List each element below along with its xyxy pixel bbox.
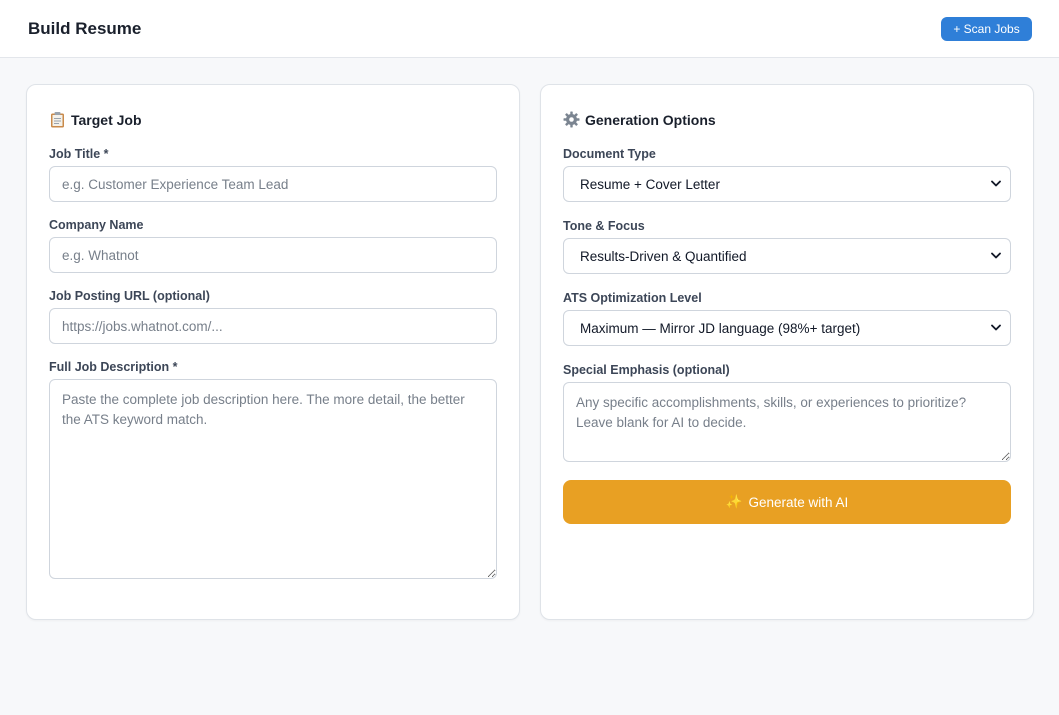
tone-focus-select[interactable]: Results-Driven & Quantified <box>563 238 1011 274</box>
scan-jobs-button[interactable]: + Scan Jobs <box>941 17 1032 41</box>
target-job-card: Target Job Job Title * Company Name Job … <box>26 84 520 620</box>
special-emphasis-label: Special Emphasis (optional) <box>563 363 730 377</box>
generate-button-label: Generate with AI <box>748 494 849 510</box>
gear-icon <box>563 111 580 128</box>
chevron-down-icon <box>991 252 1001 259</box>
target-job-title: Target Job <box>71 111 142 128</box>
chevron-down-icon <box>991 324 1001 331</box>
job-description-label: Full Job Description * <box>49 360 178 374</box>
special-emphasis-textarea[interactable] <box>563 382 1011 462</box>
job-title-label: Job Title * <box>49 147 109 161</box>
tone-focus-value: Results-Driven & Quantified <box>580 248 747 264</box>
target-job-heading: Target Job <box>49 111 142 128</box>
chevron-down-icon <box>991 180 1001 187</box>
job-title-input[interactable] <box>49 166 497 202</box>
generate-with-ai-button[interactable]: ✨ Generate with AI <box>563 480 1011 524</box>
document-type-select[interactable]: Resume + Cover Letter <box>563 166 1011 202</box>
generation-options-card: Generation Options Document Type Resume … <box>540 84 1034 620</box>
ats-level-select[interactable]: Maximum — Mirror JD language (98%+ targe… <box>563 310 1011 346</box>
document-type-label: Document Type <box>563 147 656 161</box>
document-type-value: Resume + Cover Letter <box>580 176 720 192</box>
job-url-input[interactable] <box>49 308 497 344</box>
generation-options-title: Generation Options <box>585 111 716 128</box>
generation-options-heading: Generation Options <box>563 111 716 128</box>
tone-focus-label: Tone & Focus <box>563 219 645 233</box>
top-bar: Build Resume + Scan Jobs <box>0 0 1059 58</box>
company-name-label: Company Name <box>49 218 144 232</box>
ats-level-label: ATS Optimization Level <box>563 291 702 305</box>
company-name-input[interactable] <box>49 237 497 273</box>
ats-level-value: Maximum — Mirror JD language (98%+ targe… <box>580 320 861 336</box>
job-description-textarea[interactable] <box>49 379 497 579</box>
sparkles-icon: ✨ <box>725 494 743 509</box>
clipboard-icon <box>49 111 66 128</box>
page-title: Build Resume <box>28 19 142 38</box>
job-url-label: Job Posting URL (optional) <box>49 289 210 303</box>
